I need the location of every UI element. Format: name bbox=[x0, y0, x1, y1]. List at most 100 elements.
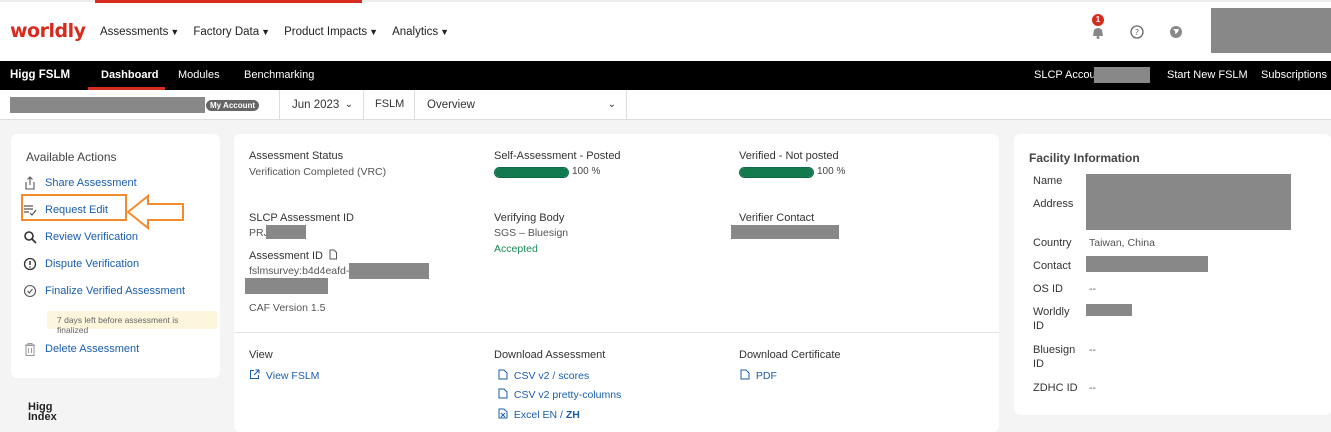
menu-factory-data-label: Factory Data bbox=[193, 26, 260, 38]
copy-icon[interactable] bbox=[328, 249, 338, 260]
worldly-id-label: Worldly ID bbox=[1033, 305, 1069, 333]
country-label: Country bbox=[1033, 237, 1072, 249]
menu-analytics-label: Analytics bbox=[392, 26, 439, 38]
chevron-down-icon: ▼ bbox=[170, 27, 180, 37]
check-circle-icon bbox=[23, 284, 37, 298]
verified-progress bbox=[739, 167, 814, 178]
review-verification-action[interactable]: Review Verification bbox=[23, 230, 138, 244]
assessment-status-value: Verification Completed (VRC) bbox=[249, 166, 387, 178]
verified-progress-fill bbox=[740, 168, 813, 177]
chevron-down-icon: ▼ bbox=[369, 27, 379, 37]
excel-link[interactable]: Excel EN / ZH bbox=[498, 408, 580, 421]
view-fslm-link[interactable]: View FSLM bbox=[249, 369, 319, 382]
view-value: Overview bbox=[427, 99, 475, 111]
verifying-body-label: Verifying Body bbox=[494, 212, 565, 224]
facility-information-card: Facility Information Name Address Countr… bbox=[1014, 134, 1331, 415]
globe-icon[interactable] bbox=[1168, 24, 1184, 40]
share-assessment-label: Share Assessment bbox=[45, 177, 137, 189]
self-assessment-label: Self-Assessment - Posted bbox=[494, 150, 621, 162]
finalize-note: 7 days left before assessment is finaliz… bbox=[47, 311, 217, 335]
pdf-label: PDF bbox=[755, 370, 777, 382]
start-new-fslm-link[interactable]: Start New FSLM bbox=[1167, 69, 1248, 81]
worldly-id-redacted bbox=[1086, 304, 1132, 316]
bluesign-id-label-line2: ID bbox=[1033, 358, 1044, 370]
main-menu: Assessments ▼ Factory Data ▼ Product Impac… bbox=[100, 26, 449, 38]
assessment-id-redacted-2 bbox=[245, 278, 328, 294]
delete-assessment-label: Delete Assessment bbox=[45, 343, 140, 355]
chevron-down-icon: ⌄ bbox=[607, 99, 616, 110]
section-divider bbox=[234, 332, 999, 333]
caf-version: CAF Version 1.5 bbox=[249, 302, 326, 314]
chevron-down-icon: ▼ bbox=[440, 27, 450, 37]
menu-analytics[interactable]: Analytics ▼ bbox=[392, 26, 449, 38]
notification-badge: 1 bbox=[1092, 14, 1104, 26]
dispute-verification-action[interactable]: Dispute Verification bbox=[23, 257, 139, 271]
svg-text:?: ? bbox=[1135, 28, 1139, 37]
verifying-body-value: SGS – Bluesign bbox=[494, 227, 569, 239]
subscriptions-link[interactable]: Subscriptions bbox=[1261, 69, 1327, 81]
assessment-overview-card: Assessment Status Verification Completed… bbox=[234, 134, 999, 432]
pdf-icon bbox=[740, 369, 750, 380]
help-icon[interactable]: ? bbox=[1129, 24, 1145, 40]
assessment-id-label: Assessment ID bbox=[249, 249, 338, 262]
worldly-logo[interactable]: worldly bbox=[10, 20, 86, 42]
assessment-id-redacted-1 bbox=[349, 263, 429, 279]
trash-icon bbox=[25, 342, 35, 356]
verifying-body-status: Accepted bbox=[494, 243, 538, 255]
view-label: View bbox=[249, 349, 273, 361]
name-address-redacted bbox=[1086, 174, 1291, 230]
download-assessment-label: Download Assessment bbox=[494, 349, 606, 361]
menu-product-impacts[interactable]: Product Impacts ▼ bbox=[284, 26, 378, 38]
available-actions-card: Available Actions Share Assessment Reque… bbox=[11, 134, 220, 378]
file-icon bbox=[498, 388, 508, 399]
period-select[interactable]: Jun 2023 ⌄ bbox=[279, 90, 364, 120]
dispute-verification-label: Dispute Verification bbox=[45, 258, 140, 270]
external-link-icon bbox=[250, 369, 260, 379]
contact-redacted bbox=[1086, 256, 1208, 272]
menu-factory-data[interactable]: Factory Data ▼ bbox=[193, 26, 270, 38]
higg-logo-line2: Index bbox=[28, 411, 57, 423]
pdf-certificate-link[interactable]: PDF bbox=[740, 369, 777, 382]
verifier-contact-redacted bbox=[731, 225, 839, 239]
product-name: Higg FSLM bbox=[10, 69, 71, 81]
user-profile-redacted[interactable] bbox=[1211, 8, 1331, 53]
verified-percent: 100 % bbox=[817, 166, 846, 177]
os-id-label: OS ID bbox=[1033, 283, 1063, 295]
slcp-id-redacted bbox=[266, 225, 306, 239]
zdhc-id-value: -- bbox=[1089, 382, 1096, 394]
review-verification-label: Review Verification bbox=[45, 231, 138, 243]
csv-pretty-columns-label: CSV v2 pretty-columns bbox=[513, 389, 622, 401]
csv-pretty-columns-link[interactable]: CSV v2 pretty-columns bbox=[498, 388, 621, 401]
slcp-id-label: SLCP Assessment ID bbox=[249, 212, 354, 224]
tab-dashboard[interactable]: Dashboard bbox=[101, 69, 158, 81]
annotation-arrow-icon bbox=[126, 194, 184, 230]
verifier-contact-label: Verifier Contact bbox=[739, 212, 815, 224]
share-icon bbox=[25, 176, 35, 190]
finalize-verified-assessment-action[interactable]: Finalize Verified Assessment bbox=[23, 284, 185, 298]
csv-scores-link[interactable]: CSV v2 / scores bbox=[498, 369, 589, 382]
account-id-redacted bbox=[1094, 67, 1150, 83]
zdhc-id-label: ZDHC ID bbox=[1033, 382, 1078, 394]
tab-modules[interactable]: Modules bbox=[178, 69, 220, 81]
worldly-id-label-line2: ID bbox=[1033, 320, 1044, 332]
notification-icon[interactable] bbox=[1090, 24, 1106, 40]
delete-assessment-action[interactable]: Delete Assessment bbox=[23, 342, 139, 356]
excel-zh-link[interactable]: ZH bbox=[566, 409, 580, 421]
view-select[interactable]: Overview ⌄ bbox=[414, 90, 627, 120]
os-id-value: -- bbox=[1089, 283, 1096, 295]
alert-icon bbox=[23, 257, 37, 271]
assessment-status-label: Assessment Status bbox=[249, 150, 344, 162]
assessment-id-value: fslmsurvey:b4d4eafd- bbox=[249, 265, 350, 277]
excel-file-icon bbox=[498, 408, 508, 419]
name-label: Name bbox=[1033, 175, 1063, 187]
menu-assessments[interactable]: Assessments ▼ bbox=[100, 26, 179, 38]
higg-index-logo: Higg Index bbox=[28, 402, 57, 423]
tab-benchmarking[interactable]: Benchmarking bbox=[244, 69, 314, 81]
share-assessment-action[interactable]: Share Assessment bbox=[23, 176, 137, 190]
bluesign-id-label-line1: Bluesign bbox=[1033, 344, 1076, 356]
bluesign-id-label: Bluesign ID bbox=[1033, 343, 1075, 371]
self-assessment-percent: 100 % bbox=[572, 166, 601, 177]
top-navigation: worldly Assessments ▼ Factory Data ▼ Produ… bbox=[0, 0, 1331, 61]
bluesign-id-value: -- bbox=[1089, 344, 1096, 356]
module-label: FSLM bbox=[375, 98, 405, 110]
